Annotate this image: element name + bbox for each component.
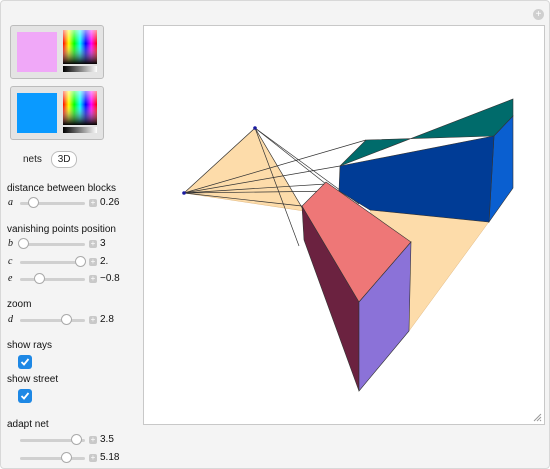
slider-d-var: d [8,314,13,325]
slider-b-plus-icon[interactable]: + [89,240,97,248]
resize-handle-icon[interactable] [532,412,542,422]
show-rays-label: show rays [7,340,53,351]
slider-adapt1-knob[interactable] [71,434,82,445]
adapt-net-label: adapt net [7,419,49,430]
graphics-canvas[interactable] [143,25,545,425]
slider-e-value: −0.8 [100,273,120,284]
slider-c-var: c [8,256,13,267]
slider-b-track[interactable] [20,243,85,246]
slider-adapt2-knob[interactable] [61,452,72,463]
vanishing-point-1 [253,126,257,130]
slider-b-knob[interactable] [18,238,29,249]
zoom-label: zoom [7,299,32,310]
slider-e-knob[interactable] [34,273,45,284]
slider-adapt1-value: 3.5 [100,434,114,445]
slider-a-knob[interactable] [28,197,39,208]
slider-e-track[interactable] [20,278,85,281]
tab-nets[interactable]: nets [17,152,48,167]
vanishing-label: vanishing points position [7,224,116,235]
color-swatch-2[interactable] [17,93,57,133]
slider-adapt1-plus-icon[interactable]: + [89,436,97,444]
slider-adapt2-plus-icon[interactable]: + [89,454,97,462]
slider-a-plus-icon[interactable]: + [89,199,97,207]
slider-a-value: 0.26 [100,197,120,208]
slider-d-knob[interactable] [61,314,72,325]
slider-b-var: b [8,238,13,249]
options-plus-icon[interactable]: + [533,9,544,20]
view-toggle: nets 3D [17,151,78,168]
color-picker-2-icon[interactable] [63,91,97,135]
slider-d-value: 2.8 [100,314,114,325]
color-setter-1[interactable] [10,25,104,79]
slider-e-plus-icon[interactable]: + [89,275,97,283]
slider-c-plus-icon[interactable]: + [89,258,97,266]
color-setter-2[interactable] [10,86,104,140]
perspective-graphic [182,98,514,392]
slider-e-var: e [8,273,13,284]
slider-c-knob[interactable] [75,256,86,267]
manipulate-panel: + nets 3D distance between blocks a + 0.… [0,0,550,469]
color-swatch-1[interactable] [17,32,57,72]
slider-a-var: a [8,197,13,208]
vanishing-point-2 [182,191,186,195]
slider-d-track[interactable] [20,319,85,322]
show-street-checkbox[interactable] [18,389,32,403]
distance-label: distance between blocks [7,183,116,194]
slider-adapt2-track[interactable] [20,457,85,460]
slider-b-value: 3 [100,238,106,249]
color-picker-1-icon[interactable] [63,30,97,74]
slider-d-plus-icon[interactable]: + [89,316,97,324]
tab-3d[interactable]: 3D [50,151,78,168]
checkmark-icon [20,392,30,400]
street-left [183,127,305,212]
slider-adapt2-value: 5.18 [100,452,120,463]
show-rays-checkbox[interactable] [18,355,32,369]
checkmark-icon [20,358,30,366]
slider-c-value: 2. [100,256,109,267]
show-street-label: show street [7,374,59,385]
